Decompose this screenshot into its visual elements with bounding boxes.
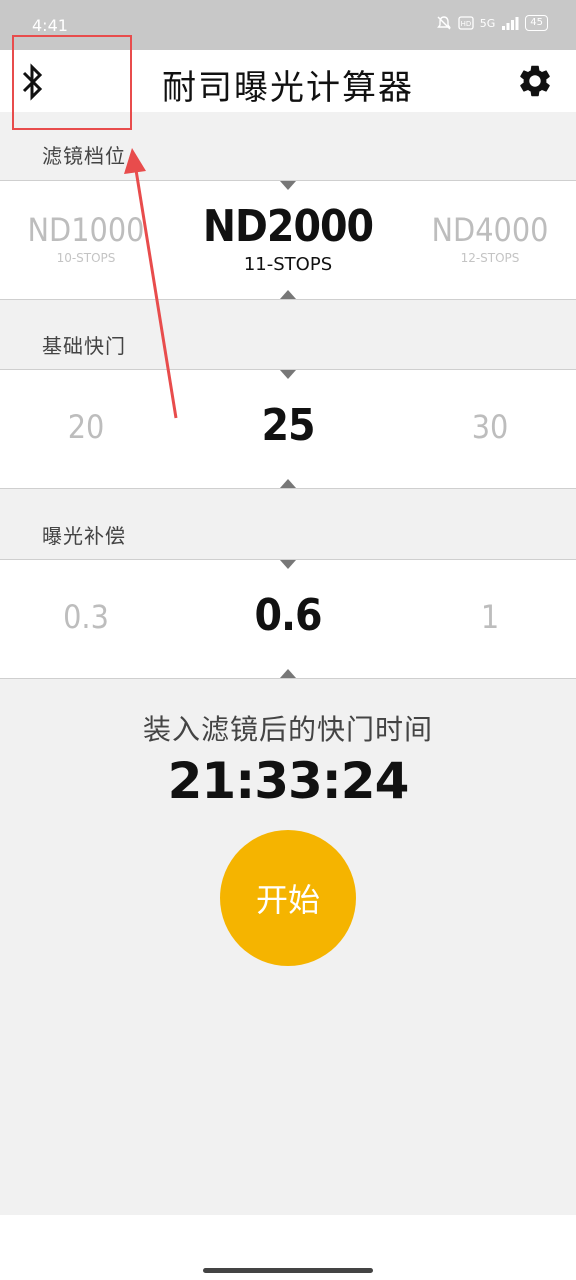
battery-indicator: 45 bbox=[525, 15, 548, 31]
shutter-option-value: 25 bbox=[261, 400, 315, 451]
compensation-picker[interactable]: 0.3 0.6 1 bbox=[0, 559, 576, 679]
picker-indicator-top bbox=[280, 370, 296, 379]
home-indicator[interactable] bbox=[203, 1268, 373, 1273]
filter-option-stops: 12-STOPS bbox=[460, 251, 520, 265]
shutter-option-selected[interactable]: 25 bbox=[198, 400, 378, 451]
filter-option-name: ND2000 bbox=[202, 201, 374, 252]
hd-icon: HD bbox=[458, 16, 474, 30]
compensation-option-value: 0.3 bbox=[63, 598, 109, 636]
filter-option-name: ND1000 bbox=[27, 211, 145, 249]
shutter-option-value: 30 bbox=[471, 408, 509, 446]
filter-option-selected[interactable]: ND2000 11-STOPS bbox=[198, 201, 378, 275]
filter-picker[interactable]: ND1000 10-STOPS ND2000 11-STOPS ND4000 1… bbox=[0, 180, 576, 300]
shutter-option-next[interactable]: 30 bbox=[400, 408, 576, 446]
start-button[interactable]: 开始 bbox=[220, 830, 356, 966]
compensation-option-next[interactable]: 1 bbox=[400, 598, 576, 636]
mute-bell-icon bbox=[436, 16, 451, 30]
gear-icon[interactable] bbox=[516, 62, 554, 100]
filter-option-prev[interactable]: ND1000 10-STOPS bbox=[0, 211, 176, 265]
compensation-option-selected[interactable]: 0.6 bbox=[198, 590, 378, 641]
shutter-picker[interactable]: 20 25 30 bbox=[0, 369, 576, 489]
picker-indicator-top bbox=[280, 560, 296, 569]
picker-indicator-top bbox=[280, 181, 296, 190]
filter-option-next[interactable]: ND4000 12-STOPS bbox=[400, 211, 576, 265]
compensation-section-label: 曝光补偿 bbox=[42, 524, 126, 548]
result-label: 装入滤镜后的快门时间 bbox=[142, 713, 433, 746]
filter-option-stops: 10-STOPS bbox=[56, 251, 116, 265]
compensation-option-value: 1 bbox=[480, 598, 500, 636]
shutter-option-value: 20 bbox=[67, 408, 105, 446]
shutter-option-prev[interactable]: 20 bbox=[0, 408, 176, 446]
filter-option-name: ND4000 bbox=[431, 211, 549, 249]
annotation-highlight-box bbox=[12, 35, 132, 130]
compensation-option-prev[interactable]: 0.3 bbox=[0, 598, 176, 636]
signal-icon bbox=[502, 17, 519, 30]
result-shutter-time: 21:33:24 bbox=[167, 752, 410, 810]
picker-indicator-bottom bbox=[280, 669, 296, 678]
network-type: 5G bbox=[479, 16, 496, 30]
picker-indicator-bottom bbox=[280, 479, 296, 488]
picker-indicator-bottom bbox=[280, 290, 296, 299]
status-icons: HD 5G 45 bbox=[436, 15, 548, 31]
svg-text:HD: HD bbox=[460, 20, 471, 28]
status-time: 4:41 bbox=[32, 16, 68, 35]
compensation-option-value: 0.6 bbox=[254, 590, 322, 641]
shutter-section-label: 基础快门 bbox=[42, 334, 126, 358]
filter-option-stops: 11-STOPS bbox=[243, 254, 333, 275]
filter-section-label: 滤镜档位 bbox=[42, 144, 126, 168]
